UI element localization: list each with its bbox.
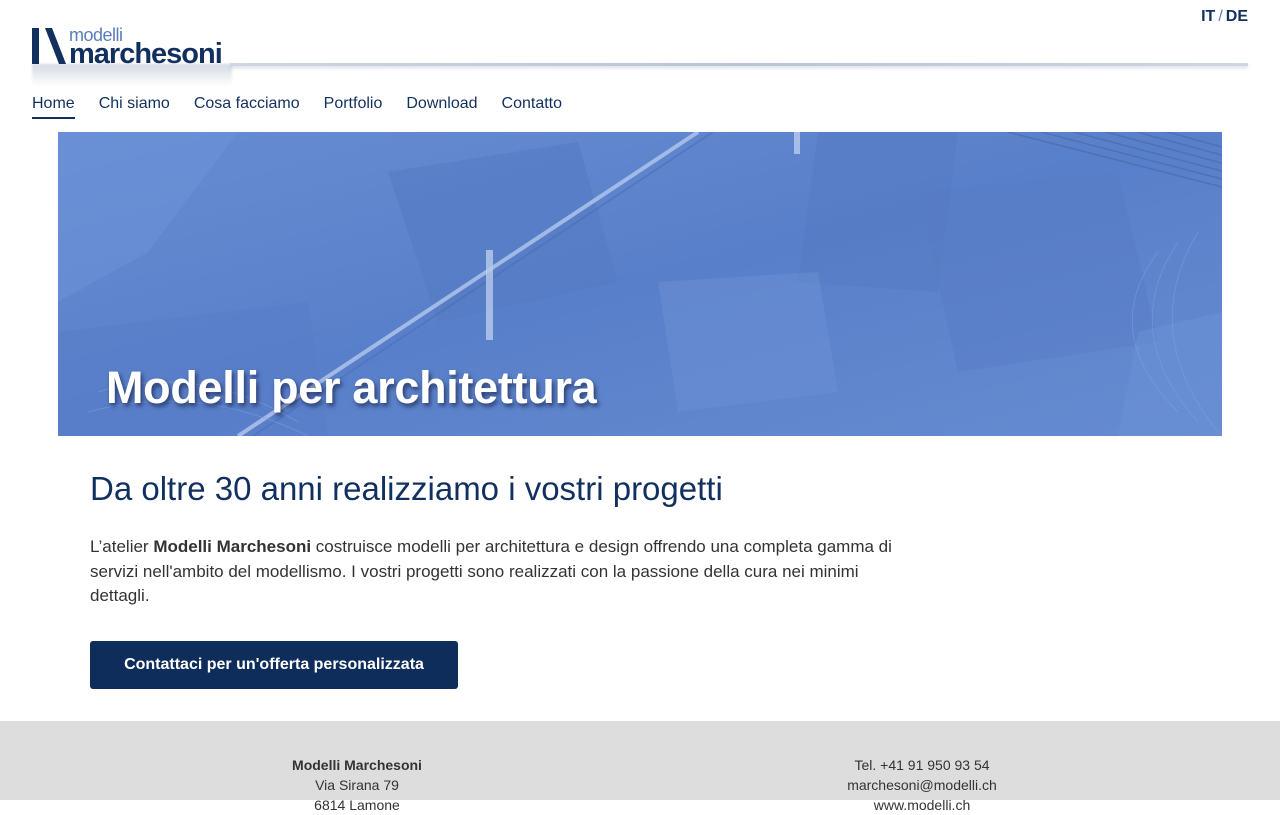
logo-reflection xyxy=(32,64,232,86)
nav-item-portfolio[interactable]: Portfolio xyxy=(324,94,383,119)
lang-it-link[interactable]: IT xyxy=(1201,8,1215,25)
nav-item-download[interactable]: Download xyxy=(406,94,477,119)
intro-text-start: L’atelier xyxy=(90,537,154,556)
footer-street: Via Sirana 79 xyxy=(315,777,399,793)
footer-website[interactable]: www.modelli.ch xyxy=(822,795,1022,815)
logo[interactable]: modelli marchesoni xyxy=(32,26,232,86)
lang-de-link[interactable]: DE xyxy=(1226,8,1248,25)
nav-item-cosa-facciamo[interactable]: Cosa facciamo xyxy=(194,94,300,119)
footer-company-name: Modelli Marchesoni xyxy=(292,757,422,773)
contact-offer-button[interactable]: Contattaci per un'offerta personalizzata xyxy=(90,641,458,689)
hero-title: Modelli per architettura xyxy=(106,362,597,414)
footer-contacts: Tel. +41 91 950 93 54 marchesoni@modelli… xyxy=(822,755,1022,815)
footer-address: Modelli Marchesoni Via Sirana 79 6814 La… xyxy=(257,755,457,815)
intro-company-name: Modelli Marchesoni xyxy=(153,537,312,556)
header-divider xyxy=(230,63,1248,66)
hero-banner: Modelli per architettura xyxy=(58,132,1222,436)
footer-email[interactable]: marchesoni@modelli.ch xyxy=(822,775,1022,795)
footer-phone[interactable]: Tel. +41 91 950 93 54 xyxy=(822,755,1022,775)
site-header: modelli marchesoni IT / DE Home Chi siamo … xyxy=(0,0,1280,132)
site-footer: Modelli Marchesoni Via Sirana 79 6814 La… xyxy=(0,721,1280,813)
nav-item-contatto[interactable]: Contatto xyxy=(502,94,562,119)
logo-mark-icon xyxy=(32,28,66,64)
intro-paragraph: L’atelier Modelli Marchesoni costruisce … xyxy=(90,535,900,609)
language-switcher: IT / DE xyxy=(1201,8,1248,26)
lang-separator: / xyxy=(1218,8,1223,25)
main-nav: Home Chi siamo Cosa facciamo Portfolio D… xyxy=(32,94,562,119)
nav-item-chi-siamo[interactable]: Chi siamo xyxy=(99,94,170,119)
nav-item-home[interactable]: Home xyxy=(32,94,75,119)
footer-city: 6814 Lamone xyxy=(314,797,400,813)
main-heading: Da oltre 30 anni realizziamo i vostri pr… xyxy=(90,470,723,507)
